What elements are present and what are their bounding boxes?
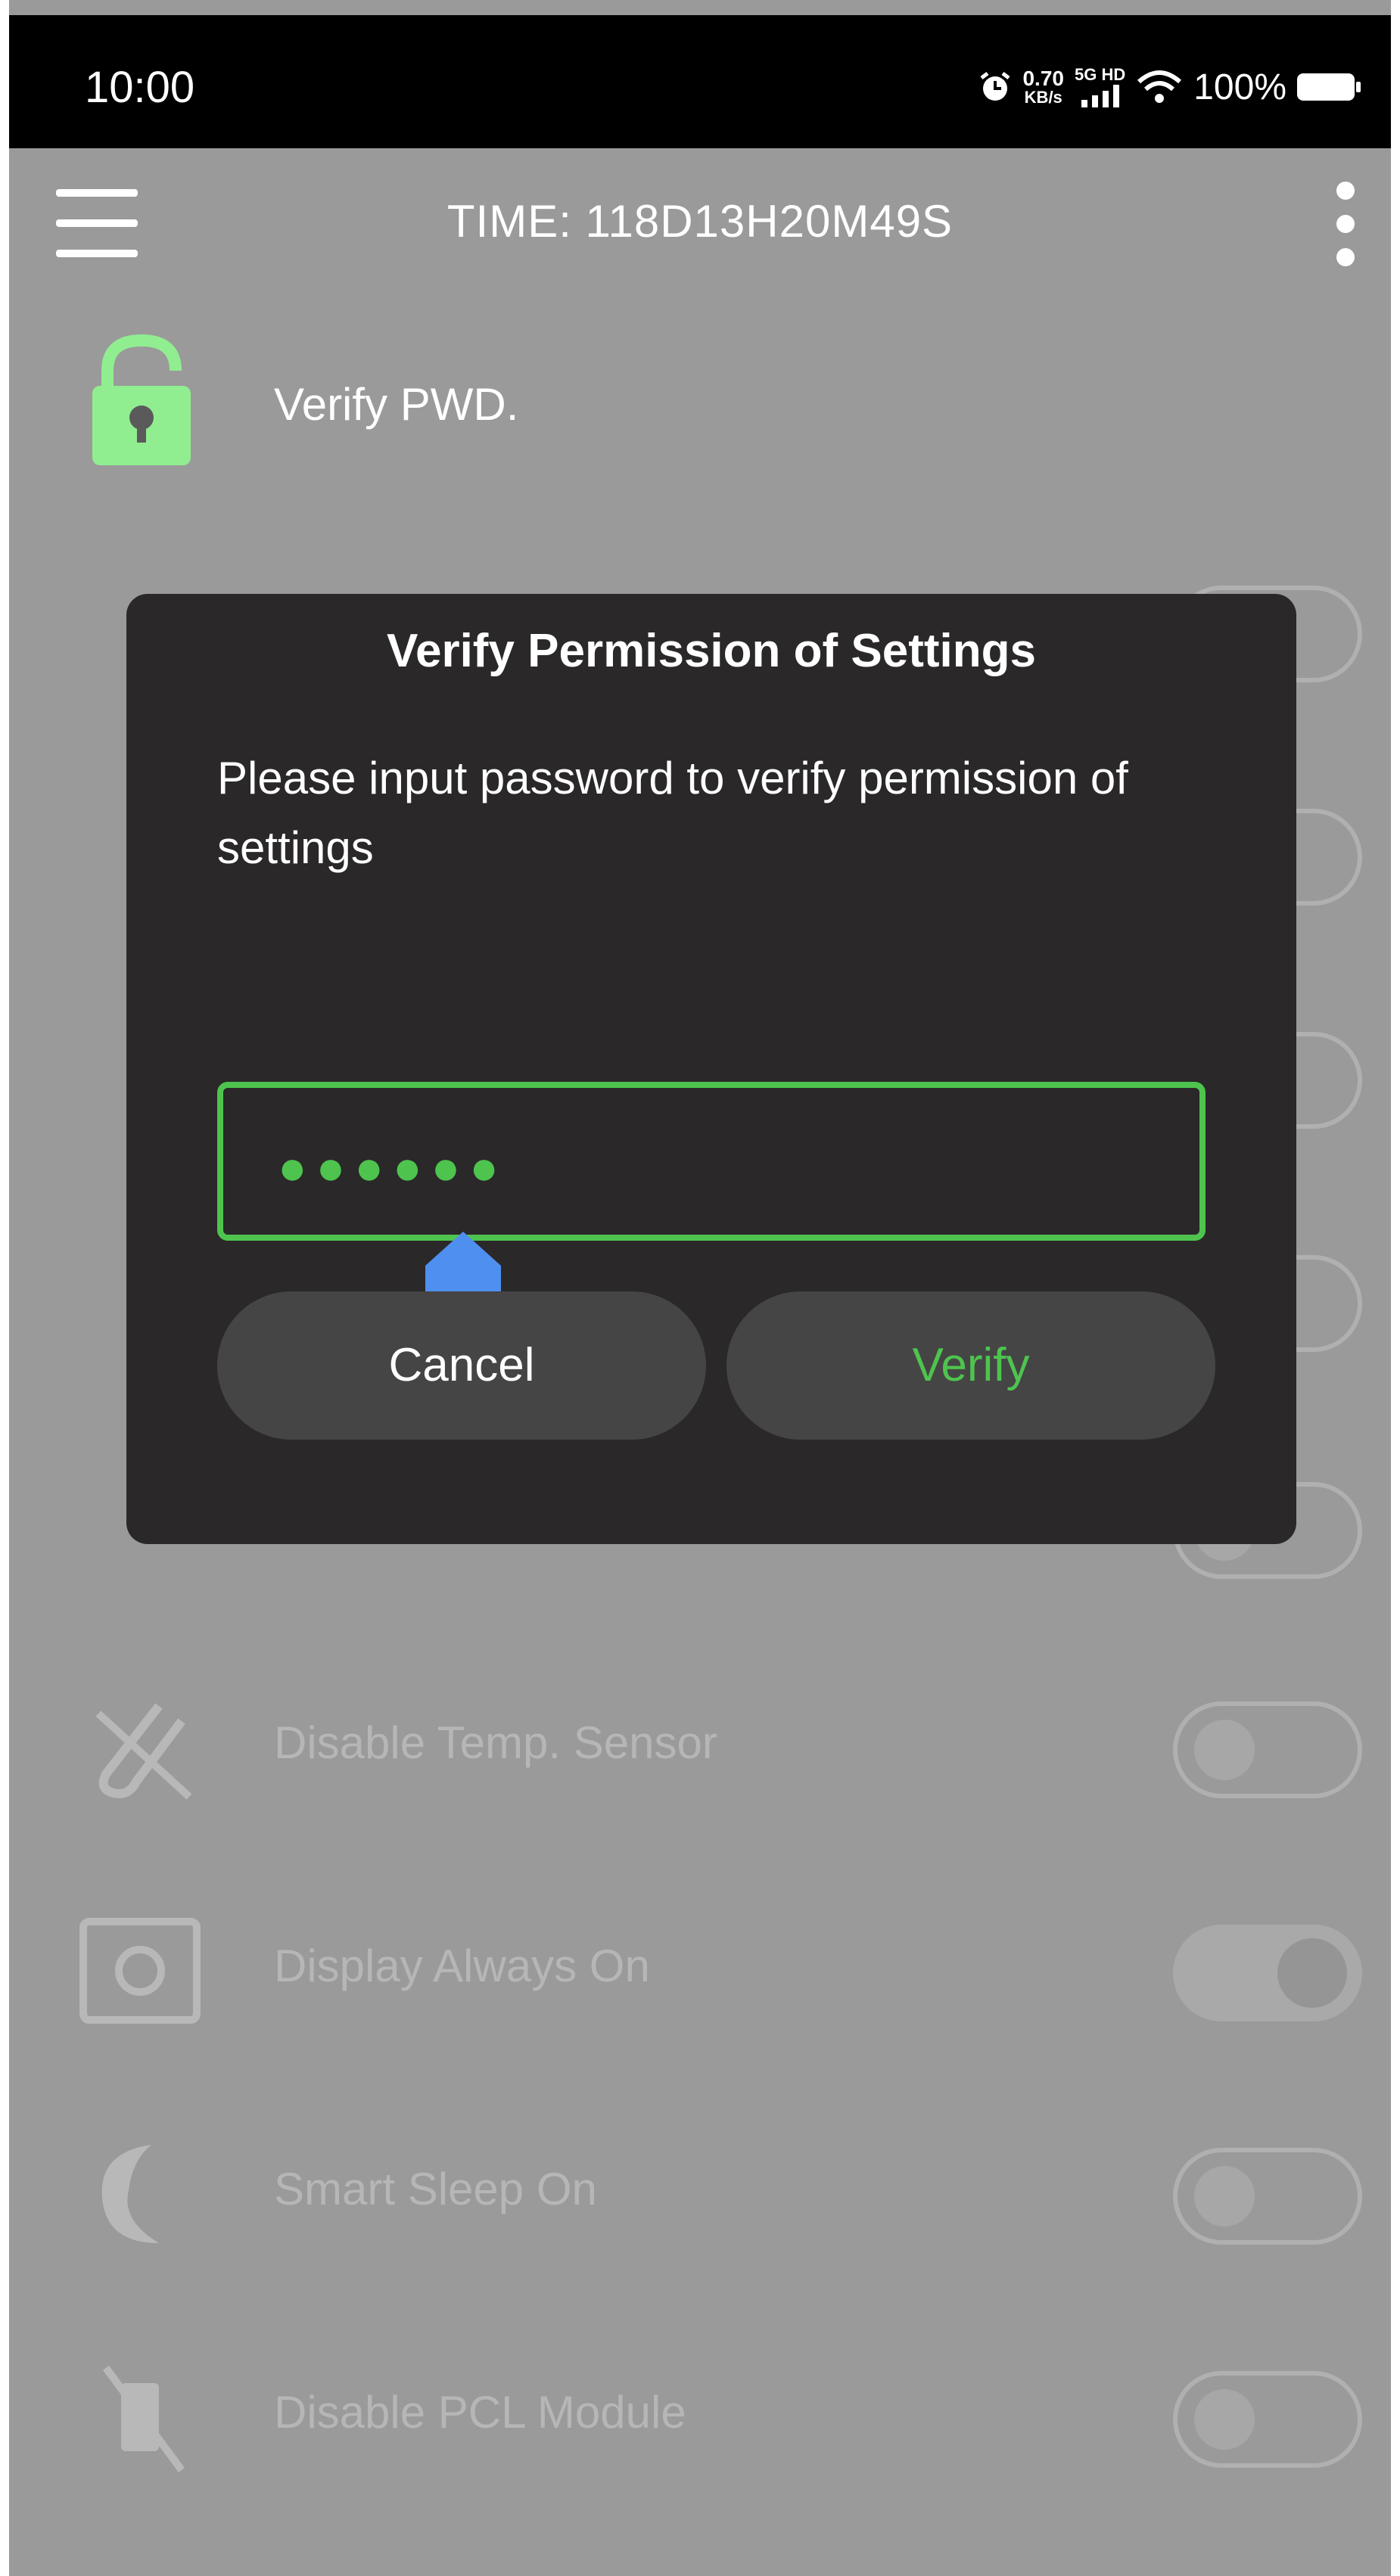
cancel-button[interactable]: Cancel <box>217 1291 706 1440</box>
verify-pwd-item[interactable]: Verify PWD. <box>9 333 1391 484</box>
pcl-module-off-icon <box>102 2366 185 2472</box>
network-type: 5G HD <box>1074 65 1126 84</box>
uptime-title: TIME: 118D13H20M49S <box>446 196 954 247</box>
password-input[interactable]: ●●●●●● <box>217 1082 1206 1241</box>
wifi-icon <box>1137 70 1182 103</box>
toggle-switch[interactable] <box>1173 1925 1362 2021</box>
verify-pwd-label: Verify PWD. <box>274 379 519 430</box>
net-speed-value: 0.70 <box>1022 67 1064 90</box>
app-bar: TIME: 118D13H20M49S <box>9 148 1391 300</box>
setting-label: Display Always On <box>274 1941 650 1991</box>
net-speed-unit: KB/s <box>1024 88 1062 107</box>
status-icons: 0.70 KB/s 5G HD 100% <box>978 61 1361 113</box>
dialog-message: Please input password to verify permissi… <box>217 753 1128 873</box>
moon-icon <box>101 2145 159 2243</box>
setting-row-temp-sensor[interactable]: Disable Temp. Sensor <box>9 1676 1391 1812</box>
phone-screen: 10:00 0.70 KB/s 5G HD 100% TIME: 118D13H… <box>9 0 1391 2576</box>
password-mask: ●●●●●● <box>278 1140 508 1195</box>
verify-button[interactable]: Verify <box>726 1291 1215 1440</box>
status-time: 10:00 <box>85 63 195 112</box>
display-icon <box>79 1918 201 2024</box>
status-bar: 10:00 0.70 KB/s 5G HD 100% <box>9 15 1391 148</box>
signal-icon <box>1081 85 1119 107</box>
setting-row-smart-sleep[interactable]: Smart Sleep On <box>9 2122 1391 2258</box>
battery-icon <box>1297 73 1361 101</box>
setting-label: Disable PCL Module <box>274 2387 686 2438</box>
toggle-switch[interactable] <box>1173 1701 1362 1798</box>
setting-label: Smart Sleep On <box>274 2164 597 2214</box>
toggle-switch[interactable] <box>1173 2371 1362 2468</box>
lock-icon <box>92 334 191 465</box>
temp-sensor-off-icon <box>95 1703 192 1800</box>
setting-label: Disable Temp. Sensor <box>274 1717 717 1768</box>
net-speed: 0.70 KB/s <box>1022 68 1064 106</box>
setting-row-pcl-module[interactable]: Disable PCL Module <box>9 2345 1391 2481</box>
toggle-switch[interactable] <box>1173 2148 1362 2245</box>
network-indicator: 5G HD <box>1075 67 1125 107</box>
dialog-title: Verify Permission of Settings <box>387 625 1036 677</box>
more-vert-icon[interactable] <box>1330 182 1361 272</box>
verify-permission-dialog: Verify Permission of Settings Please inp… <box>126 594 1296 1544</box>
battery-percent: 100% <box>1193 67 1286 107</box>
setting-row-display-on[interactable]: Display Always On <box>9 1899 1391 2035</box>
alarm-icon <box>980 72 1010 101</box>
